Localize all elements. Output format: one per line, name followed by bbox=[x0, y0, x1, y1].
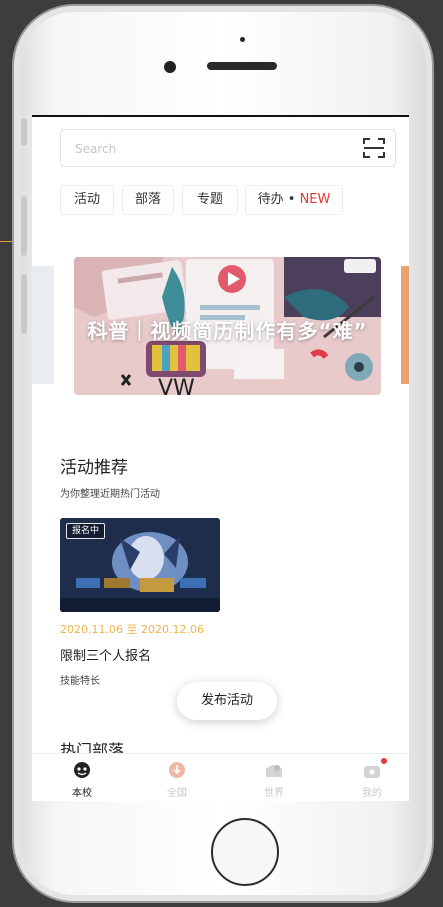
app-screen: 活动 部落 专题 待办 • NEW bbox=[32, 115, 409, 801]
tab-activity[interactable]: 活动 bbox=[60, 185, 114, 215]
banner-title: 科普｜视频简历制作有多“难” bbox=[87, 319, 368, 343]
school-icon bbox=[74, 762, 90, 778]
activity-date: 2020.11.06 至 2020.12.06 bbox=[60, 623, 204, 636]
tabbar-label: 全国 bbox=[167, 788, 187, 799]
activity-title[interactable]: 限制三个人报名 bbox=[60, 645, 151, 664]
tab-label: 活动 bbox=[73, 192, 100, 207]
tabbar-label: 我的 bbox=[362, 788, 382, 799]
section-subtitle: 为你整理近期热门活动 bbox=[60, 489, 160, 500]
profile-icon bbox=[364, 766, 380, 778]
carousel-banner[interactable]: VW 科普｜视频简历制作有多“难” bbox=[74, 257, 381, 395]
banner-next-slide[interactable] bbox=[401, 266, 409, 384]
tabbar-label: 本校 bbox=[72, 788, 92, 799]
status-badge: 报名中 bbox=[66, 523, 106, 539]
tabbar-label: 世界 bbox=[264, 788, 284, 799]
svg-text:VW: VW bbox=[158, 376, 195, 395]
notification-dot bbox=[381, 758, 387, 764]
section-title-activity: 活动推荐 bbox=[60, 458, 128, 478]
activity-card-image[interactable]: 报名中 bbox=[60, 518, 220, 612]
home-button[interactable] bbox=[211, 818, 279, 886]
volume-down-button bbox=[21, 274, 27, 334]
nation-icon bbox=[169, 762, 185, 778]
mute-switch bbox=[21, 118, 27, 146]
volume-up-button bbox=[21, 196, 27, 256]
new-badge: NEW bbox=[299, 192, 331, 207]
tab-label: 待办 • bbox=[257, 192, 300, 207]
tab-topic[interactable]: 专题 bbox=[182, 185, 238, 215]
tabbar-item-nation[interactable]: 全国 bbox=[147, 754, 207, 801]
scan-icon[interactable] bbox=[363, 138, 385, 158]
search-bar bbox=[60, 129, 396, 167]
search-input[interactable] bbox=[73, 138, 337, 160]
tab-label: 部落 bbox=[134, 192, 161, 207]
front-camera bbox=[164, 61, 176, 73]
tab-todo[interactable]: 待办 • NEW bbox=[245, 185, 343, 215]
publish-activity-button[interactable]: 发布活动 bbox=[177, 682, 277, 720]
banner-prev-slide[interactable] bbox=[32, 266, 54, 384]
tabbar-item-school[interactable]: 本校 bbox=[52, 754, 112, 801]
tab-label: 专题 bbox=[196, 192, 223, 207]
tabbar-item-profile[interactable]: 我的 bbox=[342, 754, 402, 801]
proximity-sensor bbox=[240, 37, 245, 42]
bottom-tab-bar: 本校 全国 世界 我的 bbox=[32, 753, 409, 801]
tabbar-item-world[interactable]: 世界 bbox=[244, 754, 304, 801]
world-icon bbox=[266, 765, 282, 777]
activity-tag: 技能特长 bbox=[60, 676, 100, 687]
earpiece-speaker bbox=[207, 62, 277, 70]
tab-tribe[interactable]: 部落 bbox=[122, 185, 174, 215]
